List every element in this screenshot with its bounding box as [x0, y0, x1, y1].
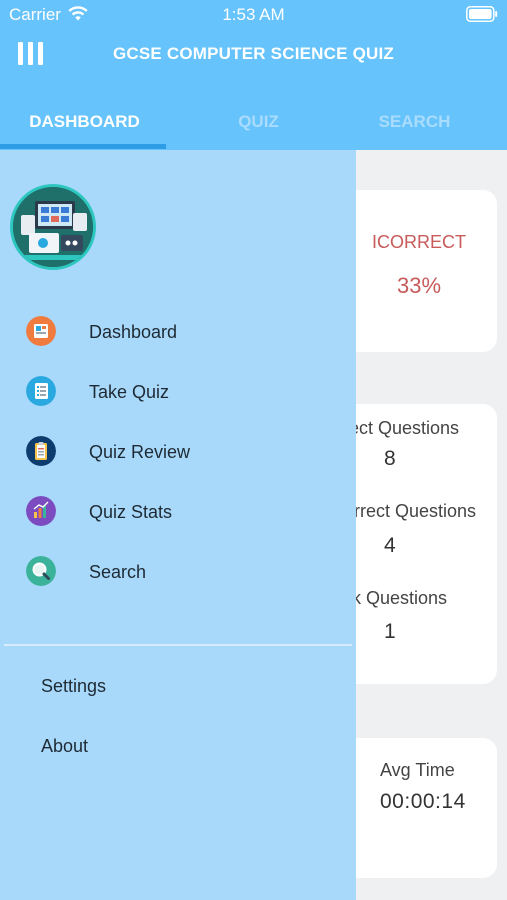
- incorrect-questions-label: rrect Questions: [354, 501, 477, 521]
- about-link[interactable]: About: [41, 736, 88, 757]
- tab-dashboard[interactable]: DASHBOARD: [0, 112, 169, 132]
- drawer-item-label: Search: [89, 562, 147, 582]
- dashboard-icon: [26, 316, 56, 346]
- computer-illustration-icon: [13, 187, 93, 267]
- quiz-stats-icon: [26, 496, 56, 526]
- correct-questions-value: 8: [384, 447, 396, 470]
- drawer-divider: [4, 644, 352, 646]
- status-time: 1:53 AM: [222, 5, 285, 24]
- drawer-item-quiz-stats[interactable]: Quiz Stats: [0, 490, 356, 542]
- drawer-item-quiz-review[interactable]: Quiz Review: [0, 430, 356, 482]
- tab-search[interactable]: SEARCH: [330, 112, 499, 132]
- quiz-review-icon: [26, 436, 56, 466]
- app-header: Carrier 1:53 AM GCSE COMPUTER SCIENCE QU…: [0, 0, 507, 150]
- search-icon: [26, 556, 56, 586]
- drawer-item-label: Take Quiz: [89, 382, 170, 402]
- drawer-item-label: Quiz Stats: [89, 502, 173, 522]
- page-title: GCSE COMPUTER SCIENCE QUIZ: [112, 44, 394, 63]
- incorrect-percentage: 33%: [396, 273, 442, 298]
- avg-time-label: Avg Time: [380, 760, 455, 780]
- avg-time-value: 00:00:14: [380, 790, 466, 813]
- take-quiz-icon: [26, 376, 56, 406]
- avatar[interactable]: [10, 184, 96, 270]
- drawer-item-label: Quiz Review: [89, 442, 191, 462]
- marked-questions-label: k Questions: [352, 588, 448, 608]
- incorrect-label: ICORRECT: [372, 232, 466, 252]
- drawer-item-take-quiz[interactable]: Take Quiz: [0, 370, 356, 422]
- side-drawer: Dashboard Take Quiz Quiz Review Quiz Sta…: [0, 150, 356, 900]
- battery-icon: [466, 6, 498, 22]
- tab-bar: DASHBOARD QUIZ SEARCH: [0, 112, 507, 138]
- drawer-item-dashboard[interactable]: Dashboard: [0, 310, 356, 362]
- drawer-item-search[interactable]: Search: [0, 550, 356, 602]
- settings-link[interactable]: Settings: [41, 676, 106, 697]
- correct-questions-label: ect Questions: [349, 418, 460, 438]
- drawer-item-label: Dashboard: [89, 322, 178, 342]
- active-tab-indicator: [0, 144, 166, 149]
- tab-quiz[interactable]: QUIZ: [174, 112, 343, 132]
- status-bar: Carrier 1:53 AM: [0, 0, 507, 30]
- marked-questions-value: 1: [384, 620, 396, 643]
- incorrect-questions-value: 4: [384, 534, 396, 557]
